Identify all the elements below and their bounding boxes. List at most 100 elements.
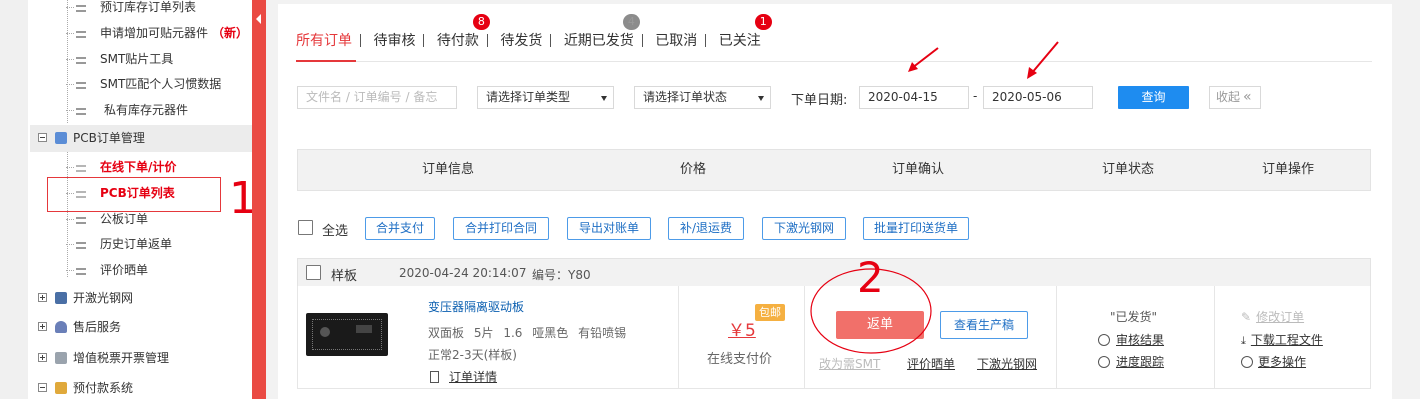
badge-followed: 1 [754, 14, 772, 30]
active-tab-indicator [296, 60, 356, 62]
sidebar-group-prepay[interactable]: 预付款系统 [30, 375, 252, 399]
sidebar-group-invoice[interactable]: 增值税票开票管理 [30, 345, 252, 372]
change-to-smt-link[interactable]: 改为需SMT [819, 355, 880, 372]
order-type-select[interactable]: 请选择订单类型 [477, 86, 614, 109]
tab-pending-payment[interactable]: 待付款 8 [437, 14, 490, 50]
sidebar-toggle[interactable] [252, 0, 266, 399]
doc-icon [76, 242, 86, 249]
price-note: 在线支付价 [707, 352, 773, 367]
date-from-input[interactable]: 2020-04-15 [859, 86, 969, 109]
dropdown-arrow-icon [601, 96, 607, 101]
order-details-link[interactable]: 订单详情 [430, 368, 497, 385]
expand-icon [38, 293, 47, 302]
date-separator: - [973, 89, 978, 103]
export-statement-button[interactable]: 导出对账单 [567, 217, 651, 240]
collapse-icon [38, 383, 47, 392]
col-price: 价格 [679, 162, 706, 177]
expand-icon [38, 353, 47, 362]
laser-stencil-button[interactable]: 下激光钢网 [762, 217, 846, 240]
more-actions-link[interactable]: 更多操作 [1241, 353, 1306, 370]
sidebar-group-after-sales[interactable]: 售后服务 [30, 314, 252, 341]
sidebar-item-history-reorder[interactable]: 历史订单返单 [66, 232, 172, 257]
select-all-label: 全选 [322, 224, 349, 239]
new-tag: （新） [212, 26, 249, 40]
badge-recently-shipped: 4 [622, 14, 640, 30]
sidebar: 预订库存订单列表 申请增加可贴元器件 （新） SMT贴片工具 SMT匹配个人习惯数… [0, 0, 257, 399]
wallet-icon [55, 381, 67, 394]
laser-stencil-link[interactable]: 下激光钢网 [977, 355, 1037, 372]
select-all-checkbox[interactable] [298, 220, 313, 235]
tab-pending-review[interactable]: 待审核 [373, 30, 415, 50]
sidebar-item-apply-component[interactable]: 申请增加可贴元器件 （新） [66, 21, 248, 46]
doc-icon [76, 5, 86, 12]
sidebar-strip [0, 0, 28, 399]
dropdown-arrow-icon [758, 96, 764, 101]
free-shipping-tag: 包邮 [755, 304, 785, 321]
price-value[interactable]: ￥5 [728, 316, 756, 341]
freight-adjust-button[interactable]: 补/退运费 [668, 217, 744, 240]
tab-followed[interactable]: 已关注 1 [719, 14, 772, 50]
batch-print-delivery-button[interactable]: 批量打印送货单 [863, 217, 969, 240]
collapse-filters-button[interactable]: 收起 « [1209, 86, 1261, 109]
doc-icon [76, 31, 86, 38]
tab-pending-shipment[interactable]: 待发货 [500, 30, 542, 50]
table-header: 订单信息 价格 订单确认 订单状态 订单操作 [297, 149, 1371, 191]
merge-pay-button[interactable]: 合并支付 [365, 217, 435, 240]
order-date-label: 下单日期: [791, 93, 848, 108]
doc-icon [76, 82, 86, 89]
lead-time: 正常2-3天(样板) [428, 348, 517, 362]
order-status-select[interactable]: 请选择订单状态 [634, 86, 771, 109]
sidebar-item-preorder-list[interactable]: 预订库存订单列表 [66, 0, 196, 20]
stencil-icon [55, 291, 67, 304]
tab-all-orders[interactable]: 所有订单 [296, 30, 352, 50]
order-checkbox[interactable] [306, 265, 321, 280]
annotation-highlight-box [47, 177, 221, 212]
view-production-button[interactable]: 查看生产稿 [940, 311, 1028, 339]
annotation-arrow-icon [1027, 41, 1059, 79]
doc-icon [76, 268, 86, 275]
user-icon [55, 320, 67, 333]
col-order-status: 订单状态 [1101, 162, 1154, 177]
sidebar-item-private-stock[interactable]: 私有库存元器件 [66, 98, 188, 123]
sidebar-item-smt-tool[interactable]: SMT贴片工具 [66, 47, 173, 72]
audit-result-link[interactable]: 审核结果 [1098, 331, 1164, 348]
order-tabs: 所有订单 待审核 待付款 8 待发货 近期已发货 4 已取消 已关注 1 [296, 14, 772, 50]
col-order-confirm: 订单确认 [891, 162, 944, 177]
collapse-arrow-icon [256, 14, 261, 24]
col-order-info: 订单信息 [421, 162, 474, 177]
pcb-thumbnail[interactable] [306, 313, 388, 356]
order-type: 样板 [331, 269, 358, 284]
doc-icon [76, 57, 86, 64]
col-order-actions: 订单操作 [1261, 162, 1314, 177]
query-button[interactable]: 查询 [1118, 86, 1189, 109]
doc-icon [76, 217, 86, 224]
main-panel: 所有订单 待审核 待付款 8 待发货 近期已发货 4 已取消 已关注 1 文件名 / … [278, 4, 1392, 399]
expand-icon [38, 322, 47, 331]
download-files-link[interactable]: ⤓ 下载工程文件 [1241, 331, 1323, 348]
review-link[interactable]: 评价晒单 [907, 355, 955, 372]
modify-order-link[interactable]: ✎ 修改订单 [1241, 308, 1304, 325]
merge-print-contract-button[interactable]: 合并打印合同 [453, 217, 549, 240]
annotation-arrow-icon [908, 47, 939, 72]
keyword-search-input[interactable]: 文件名 / 订单编号 / 备忘 [297, 86, 457, 109]
progress-tracking-link[interactable]: 进度跟踪 [1098, 353, 1164, 370]
collapse-icon [38, 133, 47, 142]
double-chevron-left-icon: « [1243, 89, 1252, 105]
more-icon [1241, 355, 1253, 368]
sidebar-group-laser-stencil[interactable]: 开激光钢网 [30, 285, 252, 312]
document-icon [430, 370, 439, 383]
date-to-input[interactable]: 2020-05-06 [983, 86, 1093, 109]
download-icon: ⤓ [1241, 334, 1246, 347]
tab-cancelled[interactable]: 已取消 [655, 30, 697, 50]
sidebar-item-smt-habit[interactable]: SMT匹配个人习惯数据 [66, 72, 221, 97]
order-number: 编号：Y80 [532, 268, 591, 282]
badge-pending-payment: 8 [472, 14, 490, 30]
doc-icon [76, 108, 86, 115]
pcb-icon [55, 131, 67, 144]
sidebar-group-pcb[interactable]: PCB订单管理 [30, 125, 252, 152]
doc-icon [76, 165, 86, 172]
product-name-link[interactable]: 变压器隔离驱动板 [428, 298, 524, 315]
sidebar-item-review[interactable]: 评价晒单 [66, 258, 148, 283]
check-circle-icon [1098, 333, 1110, 346]
tab-recently-shipped[interactable]: 近期已发货 4 [564, 14, 640, 50]
